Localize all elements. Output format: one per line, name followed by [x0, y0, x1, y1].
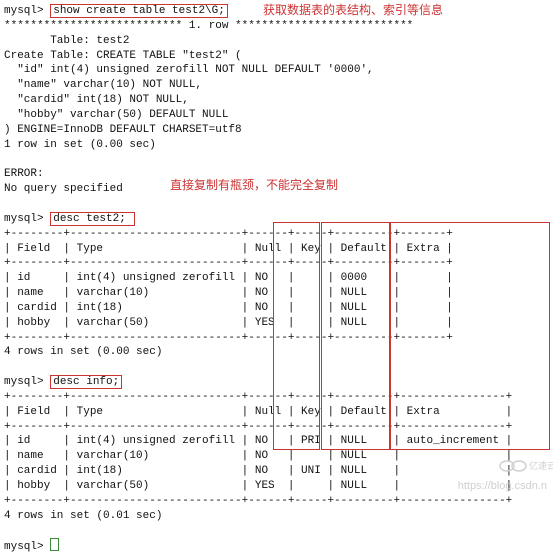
result-summary: 1 row in set (0.00 sec)	[4, 138, 557, 153]
table-row: | name | varchar(10) | NO | | NULL | |	[4, 449, 557, 464]
table-border: +--------+--------------------------+---…	[4, 256, 557, 271]
cmd3-text: desc info;	[53, 376, 119, 388]
table-row: | id | int(4) unsigned zerofill | NO | P…	[4, 434, 557, 449]
command-box: desc test2;	[50, 212, 135, 226]
command-box: show create table test2\G;	[50, 4, 228, 18]
table-border: +--------+--------------------------+---…	[4, 227, 557, 242]
create-line: Create Table: CREATE TABLE "test2" (	[4, 49, 557, 64]
table-row: | id | int(4) unsigned zerofill | NO | |…	[4, 271, 557, 286]
table-border: +--------+--------------------------+---…	[4, 420, 557, 435]
create-line: "hobby" varchar(50) DEFAULT NULL	[4, 108, 557, 123]
create-line: "name" varchar(10) NOT NULL,	[4, 78, 557, 93]
table-row: | name | varchar(10) | NO | | NULL | |	[4, 286, 557, 301]
mysql-prompt: mysql>	[4, 5, 44, 17]
table-row: | hobby | varchar(50) | YES | | NULL | |	[4, 479, 557, 494]
row-separator: *************************** 1. row *****…	[4, 19, 557, 34]
table-border: +--------+--------------------------+---…	[4, 494, 557, 509]
table-row: | cardid | int(18) | NO | | NULL | |	[4, 301, 557, 316]
annotation-mid: 直接复制有瓶颈，不能完全复制	[170, 177, 338, 193]
mysql-prompt: mysql>	[4, 213, 44, 225]
table-row: | cardid | int(18) | NO | UNI | NULL | |	[4, 464, 557, 479]
create-line: Table: test2	[4, 34, 557, 49]
table-header: | Field | Type | Null | Key | Default | …	[4, 405, 557, 420]
mysql-prompt: mysql>	[4, 541, 44, 553]
create-line: "cardid" int(18) NOT NULL,	[4, 93, 557, 108]
result-summary: 4 rows in set (0.01 sec)	[4, 509, 557, 524]
annotation-top: 获取数据表的表结构、索引等信息	[263, 2, 443, 18]
cursor-icon[interactable]	[50, 538, 59, 551]
command-box: desc info;	[50, 375, 122, 389]
table-border: +--------+--------------------------+---…	[4, 331, 557, 346]
result-summary: 4 rows in set (0.00 sec)	[4, 345, 557, 360]
table-border: +--------+--------------------------+---…	[4, 390, 557, 405]
create-line: ) ENGINE=InnoDB DEFAULT CHARSET=utf8	[4, 123, 557, 138]
terminal-output: mysql> show create table test2\G; ******…	[4, 4, 557, 554]
create-line: "id" int(4) unsigned zerofill NOT NULL D…	[4, 63, 557, 78]
cmd1-text: show create table test2\G;	[53, 5, 225, 17]
table-header: | Field | Type | Null | Key | Default | …	[4, 242, 557, 257]
table-row: | hobby | varchar(50) | YES | | NULL | |	[4, 316, 557, 331]
mysql-prompt: mysql>	[4, 376, 44, 388]
cmd2-text: desc test2;	[53, 213, 126, 225]
